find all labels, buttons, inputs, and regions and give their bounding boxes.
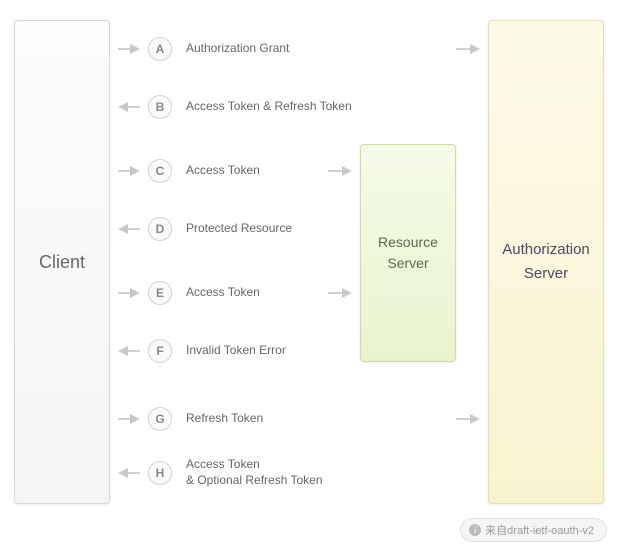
source-footer: i 来自draft-ietf-oauth-v2 [460,518,607,542]
arrow-right-icon [118,165,140,177]
step-badge: F [148,339,172,363]
diagram-canvas: Client Resource Server Authorization Ser… [0,0,619,550]
flow-step-h: H Access Token & Optional Refresh Token [118,458,480,488]
arrow-left-icon [118,223,140,235]
step-label: Refresh Token [186,411,263,427]
info-icon: i [469,524,481,536]
arrow-right-icon [118,287,140,299]
resource-label: Resource Server [361,232,455,274]
flow-step-g: G Refresh Token [118,404,480,434]
step-badge: E [148,281,172,305]
arrow-right-icon [456,43,480,55]
step-label: Access Token & Optional Refresh Token [186,457,323,488]
step-badge: A [148,37,172,61]
arrow-right-icon [118,43,140,55]
step-label: Access Token [186,163,260,179]
step-badge: G [148,407,172,431]
flow-step-f: F Invalid Token Error [118,336,352,366]
resource-server-box: Resource Server [360,144,456,362]
flow-step-b: B Access Token & Refresh Token [118,92,480,122]
flow-step-a: A Authorization Grant [118,34,480,64]
arrow-right-icon [456,413,480,425]
auth-label: Authorization Server [489,238,603,286]
flow-step-c: C Access Token [118,156,352,186]
arrow-right-icon [328,287,352,299]
step-badge: D [148,217,172,241]
flow-step-e: E Access Token [118,278,352,308]
source-text: 来自draft-ietf-oauth-v2 [485,522,594,538]
step-badge: B [148,95,172,119]
authorization-server-box: Authorization Server [488,20,604,504]
arrow-left-icon [118,345,140,357]
step-label: Access Token [186,285,260,301]
step-badge: H [148,461,172,485]
step-label: Access Token & Refresh Token [186,99,352,115]
step-label: Invalid Token Error [186,343,286,359]
arrow-right-icon [328,165,352,177]
step-badge: C [148,159,172,183]
arrow-left-icon [118,101,140,113]
client-label: Client [39,252,85,273]
arrow-left-icon [118,467,140,479]
arrow-right-icon [118,413,140,425]
step-label: Protected Resource [186,221,292,237]
step-label: Authorization Grant [186,41,289,57]
flow-step-d: D Protected Resource [118,214,352,244]
client-box: Client [14,20,110,504]
